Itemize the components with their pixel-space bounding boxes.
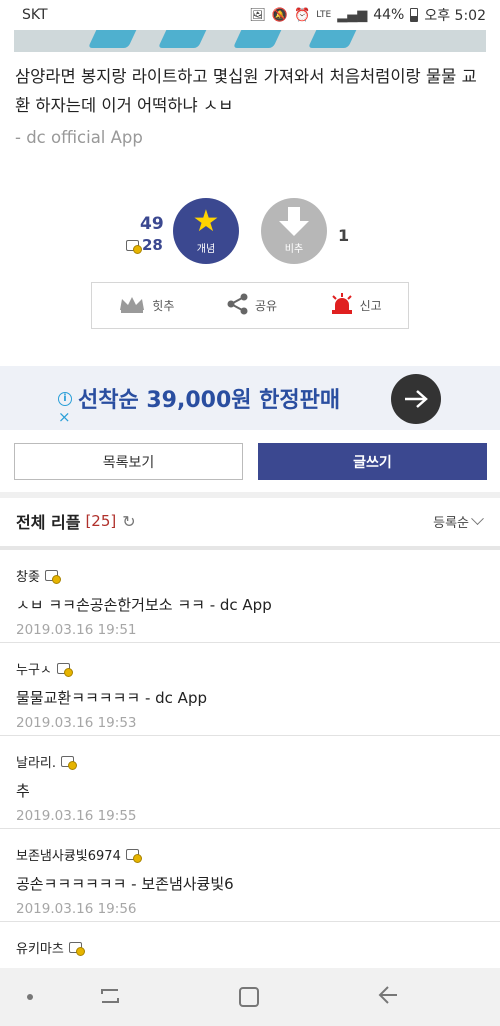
arrow-down-icon: [279, 207, 309, 237]
comment-author-name: 누구ㅅ: [16, 663, 52, 678]
list-button[interactable]: 목록보기: [14, 443, 243, 480]
hit-recommend-button[interactable]: 힛추: [118, 295, 174, 316]
chevron-down-icon: [471, 512, 484, 526]
nav-dot-icon[interactable]: [27, 994, 33, 1000]
sort-label: 등록순: [433, 516, 469, 531]
upvote-count: 49: [140, 214, 164, 234]
comment-item: 창좆 ㅅㅂ ㅋㅋ손공손한거보소 ㅋㅋ - dc App 2019.03.16 1…: [0, 550, 500, 643]
share-icon: [227, 293, 249, 318]
comment-date: 2019.03.16 19:53: [16, 715, 137, 731]
fixed-user-icon: [56, 663, 73, 677]
fixed-upvote-value: 28: [142, 236, 163, 254]
downvote-count: 1: [338, 226, 350, 245]
network-label: LTE: [316, 10, 332, 20]
vote-area: 49 28 ★ 개념 비추 1: [0, 198, 500, 266]
siren-icon: [330, 293, 354, 318]
comment-author[interactable]: 누구ㅅ: [16, 659, 73, 678]
ad-info-icon[interactable]: i: [58, 392, 72, 406]
share-label: 공유: [254, 299, 278, 313]
post-image: [14, 30, 486, 52]
status-bar: SKT 🖼 🔕 ⏰ LTE ▂▄▆ 44% 오후 5:02: [0, 0, 500, 30]
fixed-user-icon: [125, 849, 142, 863]
ad-arrow-button[interactable]: [391, 374, 441, 424]
refresh-icon[interactable]: ↻: [122, 512, 135, 531]
fixed-user-icon: [44, 570, 61, 584]
comment-item: 날라리. 추 2019.03.16 19:55: [0, 736, 500, 829]
post-actions: 힛추 공유 신고: [91, 282, 409, 329]
comment-author-name: 창좆: [16, 570, 40, 585]
ad-text[interactable]: 선착순 39,000원 한정판매: [78, 382, 340, 414]
downvote-label: 비추: [284, 244, 304, 255]
report-button[interactable]: 신고: [330, 293, 382, 318]
comment-date: 2019.03.16 19:51: [16, 622, 137, 638]
hit-recommend-label: 힛추: [152, 299, 175, 313]
star-icon: ★: [192, 204, 220, 239]
comment-text: 추: [16, 782, 30, 800]
home-icon[interactable]: [239, 987, 259, 1007]
mute-icon: 🔕: [271, 7, 289, 23]
comment-date: 2019.03.16 19:55: [16, 808, 137, 824]
comment-text: 물물교환ㅋㅋㅋㅋㅋ - dc App: [16, 689, 207, 707]
reply-header: 전체 리플 [25] ↻ 등록순: [0, 498, 500, 544]
comment-date: 2019.03.16 19:56: [16, 901, 137, 917]
comment-item: 보존냄사큥빛6974 공손ㅋㅋㅋㅋㅋㅋ - 보존냄사큥빛6 2019.03.16…: [0, 829, 500, 922]
status-indicators: 🖼 🔕 ⏰ LTE ▂▄▆ 44% 오후 5:02: [249, 5, 486, 25]
share-button[interactable]: 공유: [227, 293, 277, 318]
comment-author-name: 날라리.: [16, 756, 57, 771]
fixed-user-icon: [126, 239, 142, 254]
write-button[interactable]: 글쓰기: [258, 443, 487, 480]
comment-author-name: 유키마츠: [16, 942, 64, 957]
upvote-label: 개념: [196, 244, 216, 255]
comment-author[interactable]: 창좆: [16, 566, 61, 585]
comment-item: 누구ㅅ 물물교환ㅋㅋㅋㅋㅋ - dc App 2019.03.16 19:53: [0, 643, 500, 736]
battery-icon: [410, 8, 419, 22]
post-body: 삼양라면 봉지랑 라이트하고 몇십원 가져와서 처음처럼이랑 물물 교환 하자는…: [15, 67, 477, 115]
battery-percent: 44%: [373, 7, 405, 23]
fixed-upvote-count: 28: [126, 236, 163, 254]
sort-dropdown[interactable]: 등록순: [433, 512, 484, 531]
arrow-right-icon: [405, 390, 428, 408]
comment-author[interactable]: 유키마츠: [16, 938, 85, 957]
comment-item: 유키마츠: [0, 922, 500, 968]
reply-count: [25]: [85, 512, 117, 530]
crown-icon: [118, 295, 146, 316]
alarm-icon: ⏰: [294, 7, 311, 23]
comment-text: 공손ㅋㅋㅋㅋㅋㅋ - 보존냄사큥빛6: [16, 875, 234, 893]
recent-apps-icon[interactable]: [100, 986, 120, 1006]
upvote-button[interactable]: ★ 개념: [173, 198, 239, 264]
reply-title: 전체 리플: [16, 513, 81, 532]
ad-close-icon[interactable]: ×: [58, 410, 71, 425]
fixed-user-icon: [61, 756, 78, 770]
clock: 오후 5:02: [424, 8, 486, 24]
post-signature: - dc official App: [15, 128, 143, 147]
carrier-label: SKT: [22, 7, 48, 23]
downvote-button[interactable]: 비추: [261, 198, 327, 264]
report-label: 신고: [359, 299, 382, 313]
comment-author[interactable]: 날라리.: [16, 752, 78, 771]
signal-icon: ▂▄▆: [337, 7, 368, 23]
fixed-user-icon: [68, 942, 85, 956]
notification-icon: 🖼: [249, 7, 266, 23]
back-icon[interactable]: [377, 984, 399, 1012]
comment-author-name: 보존냄사큥빛6974: [16, 849, 121, 864]
comment-author[interactable]: 보존냄사큥빛6974: [16, 845, 142, 864]
system-nav-bar: [0, 968, 500, 1026]
comment-text: ㅅㅂ ㅋㅋ손공손한거보소 ㅋㅋ - dc App: [16, 596, 272, 614]
